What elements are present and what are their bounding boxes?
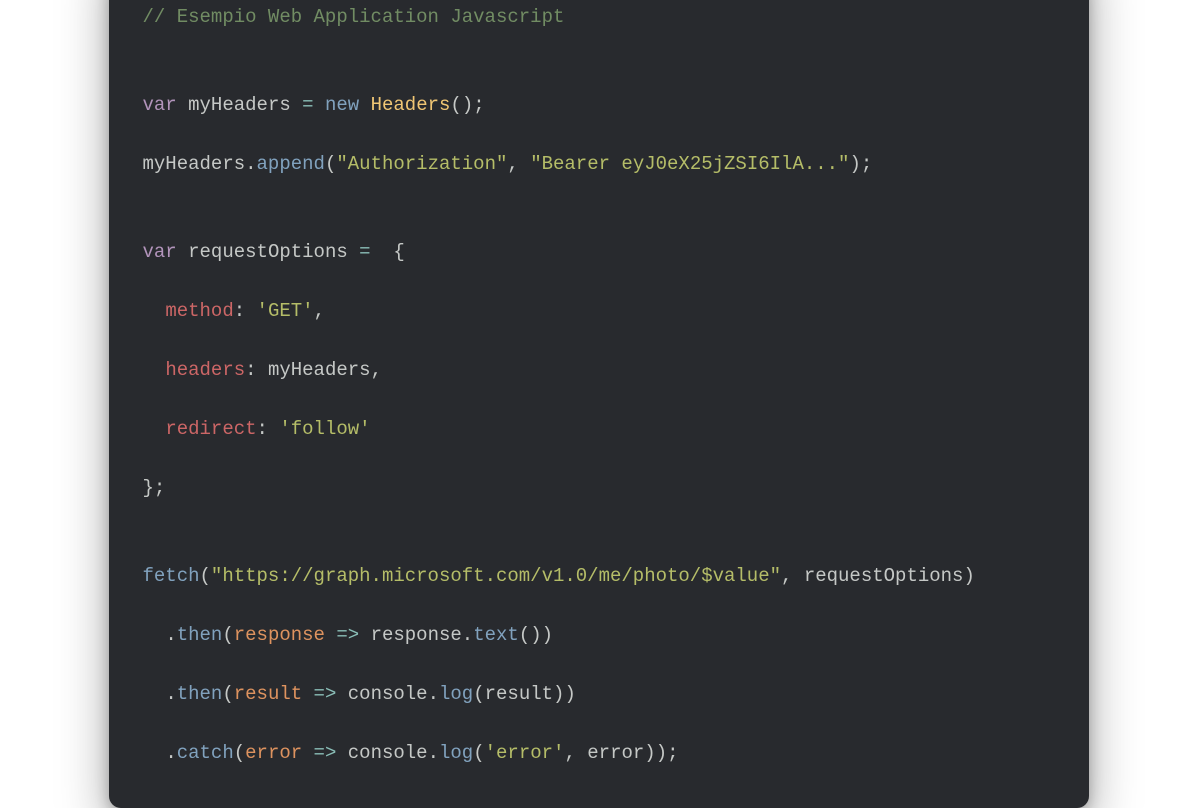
ident-error: error [587,742,644,764]
code-comment: // Esempio Web Application Javascript [143,6,565,28]
ident-result: result [485,683,553,705]
str-error: 'error' [485,742,565,764]
param-response: response [234,624,325,646]
paren: ) [462,94,473,116]
op-arrow: => [302,742,348,764]
paren: ( [234,742,245,764]
paren: ( [200,565,211,587]
code-window: // Esempio Web Application Javascript va… [109,0,1089,808]
paren: ( [519,624,530,646]
paren: ) [564,683,575,705]
semi: ; [473,94,484,116]
code-editor-content: // Esempio Web Application Javascript va… [109,0,1089,808]
semi: ; [861,153,872,175]
comma: , [507,153,530,175]
semi: ; [667,742,678,764]
prop-method: method [165,300,233,322]
brace-open: { [382,241,405,263]
paren: ) [849,153,860,175]
func-fetch: fetch [143,565,200,587]
method-log: log [439,683,473,705]
comma: , [371,359,382,381]
ident-requestoptions: requestOptions [804,565,964,587]
str-bearer: "Bearer eyJ0eX25jZSI6IlA..." [530,153,849,175]
paren: ( [325,153,336,175]
paren: ( [473,742,484,764]
ident-myheaders: myHeaders [143,153,246,175]
colon: : [257,418,280,440]
dot: . [428,742,439,764]
paren: ( [450,94,461,116]
method-catch: catch [177,742,234,764]
ident-console: console [348,742,428,764]
paren: ( [222,624,233,646]
method-log: log [439,742,473,764]
paren: ( [222,683,233,705]
prop-redirect: redirect [165,418,256,440]
dot: . [462,624,473,646]
paren: ) [644,742,655,764]
prop-headers: headers [165,359,245,381]
paren: ) [656,742,667,764]
dot: . [245,153,256,175]
dot: . [165,683,176,705]
paren: ) [963,565,974,587]
dot: . [428,683,439,705]
str-auth: "Authorization" [336,153,507,175]
brace-close: } [143,477,154,499]
method-then: then [177,624,223,646]
comma: , [781,565,804,587]
ident-myheaders: myHeaders [268,359,371,381]
class-headers: Headers [371,94,451,116]
kw-var: var [143,241,177,263]
param-result: result [234,683,302,705]
kw-new: new [325,94,359,116]
kw-var: var [143,94,177,116]
ident-console: console [348,683,428,705]
paren: ) [542,624,553,646]
paren: ( [473,683,484,705]
param-error: error [245,742,302,764]
str-url: "https://graph.microsoft.com/v1.0/me/pho… [211,565,781,587]
paren: ) [530,624,541,646]
str-follow: 'follow' [279,418,370,440]
dot: . [165,624,176,646]
ident-myheaders: myHeaders [188,94,291,116]
paren: ) [553,683,564,705]
comma: , [564,742,587,764]
colon: : [245,359,268,381]
ident-requestoptions: requestOptions [188,241,348,263]
semi: ; [154,477,165,499]
str-get: 'GET' [257,300,314,322]
op-assign: = [291,94,325,116]
method-text: text [473,624,519,646]
colon: : [234,300,257,322]
op-assign: = [348,241,382,263]
dot: . [165,742,176,764]
method-append: append [257,153,325,175]
method-then: then [177,683,223,705]
comma: , [314,300,325,322]
op-arrow: => [302,683,348,705]
ident-response: response [371,624,462,646]
op-arrow: => [325,624,371,646]
